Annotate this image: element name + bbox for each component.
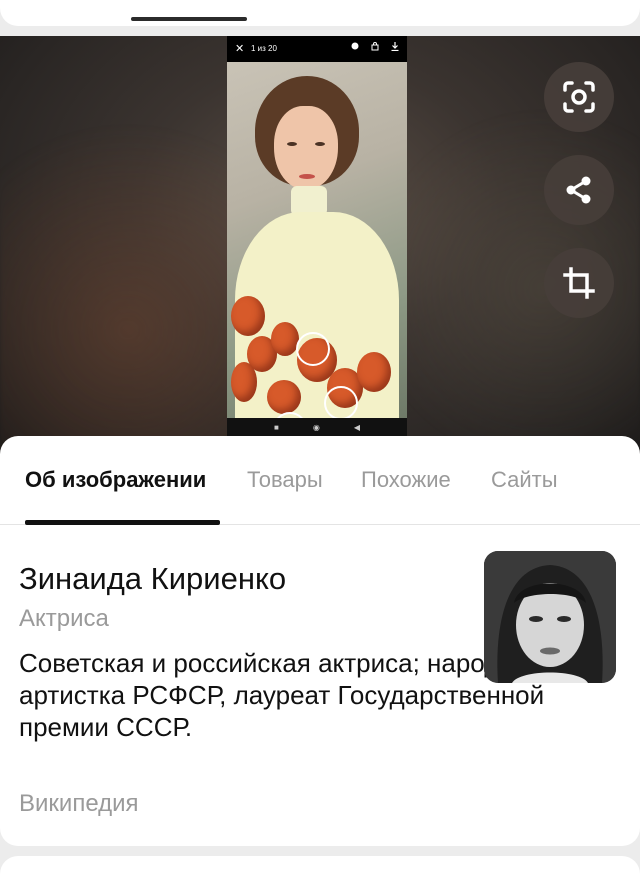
- entity-portrait-image: [484, 551, 616, 683]
- entity-source-link[interactable]: Википедия: [19, 790, 139, 818]
- info-sheet: Об изображении Товары Похожие Сайты Зина…: [0, 436, 640, 846]
- top-card: [0, 0, 640, 26]
- flower: [271, 322, 299, 356]
- lens-scan-icon: [563, 81, 595, 113]
- photo-lips: [299, 174, 315, 179]
- lock-icon: [371, 42, 379, 51]
- entity-photo[interactable]: [484, 551, 616, 683]
- image-counter: 1 из 20: [251, 44, 277, 53]
- flower: [357, 352, 391, 392]
- photo-eye: [287, 142, 297, 146]
- home-icon: ◉: [312, 422, 320, 432]
- portrait-photo: [227, 62, 407, 418]
- drag-handle[interactable]: [131, 17, 247, 21]
- info-icon: [351, 42, 359, 51]
- screenshot-image[interactable]: ✕ 1 из 20 ■ ◉ ◀: [227, 36, 407, 436]
- entity-name: Зинаида Кириенко: [19, 561, 287, 596]
- tab-sites[interactable]: Сайты: [491, 467, 558, 493]
- photo-eye: [315, 142, 325, 146]
- lens-search-button[interactable]: [544, 62, 614, 132]
- next-card: [0, 856, 640, 886]
- crop-icon: [563, 267, 595, 299]
- flower: [267, 380, 301, 414]
- tab-bar: Об изображении Товары Похожие Сайты: [0, 436, 640, 525]
- object-marker[interactable]: [324, 386, 358, 418]
- tab-products[interactable]: Товары: [247, 467, 323, 493]
- crop-button[interactable]: [544, 248, 614, 318]
- share-button[interactable]: [544, 155, 614, 225]
- flower: [231, 362, 257, 402]
- back-icon: ◀: [353, 422, 360, 432]
- entity-type: Актриса: [19, 605, 109, 632]
- phone-nav-bar: ■ ◉ ◀: [227, 418, 407, 436]
- tab-similar[interactable]: Похожие: [361, 467, 451, 493]
- image-viewer: ✕ 1 из 20 ■ ◉ ◀: [0, 36, 640, 456]
- recent-apps-icon: ■: [274, 422, 279, 432]
- phone-toolbar-icons: [351, 42, 399, 52]
- object-marker[interactable]: [296, 332, 330, 366]
- close-icon: ✕: [235, 43, 245, 55]
- tab-about-image[interactable]: Об изображении: [25, 467, 206, 493]
- flower: [231, 296, 265, 336]
- phone-topbar: ✕ 1 из 20: [227, 36, 407, 62]
- share-icon: [566, 176, 591, 204]
- entity-card[interactable]: Зинаида Кириенко Актриса Советская и рос…: [0, 525, 640, 845]
- download-icon: [391, 42, 399, 52]
